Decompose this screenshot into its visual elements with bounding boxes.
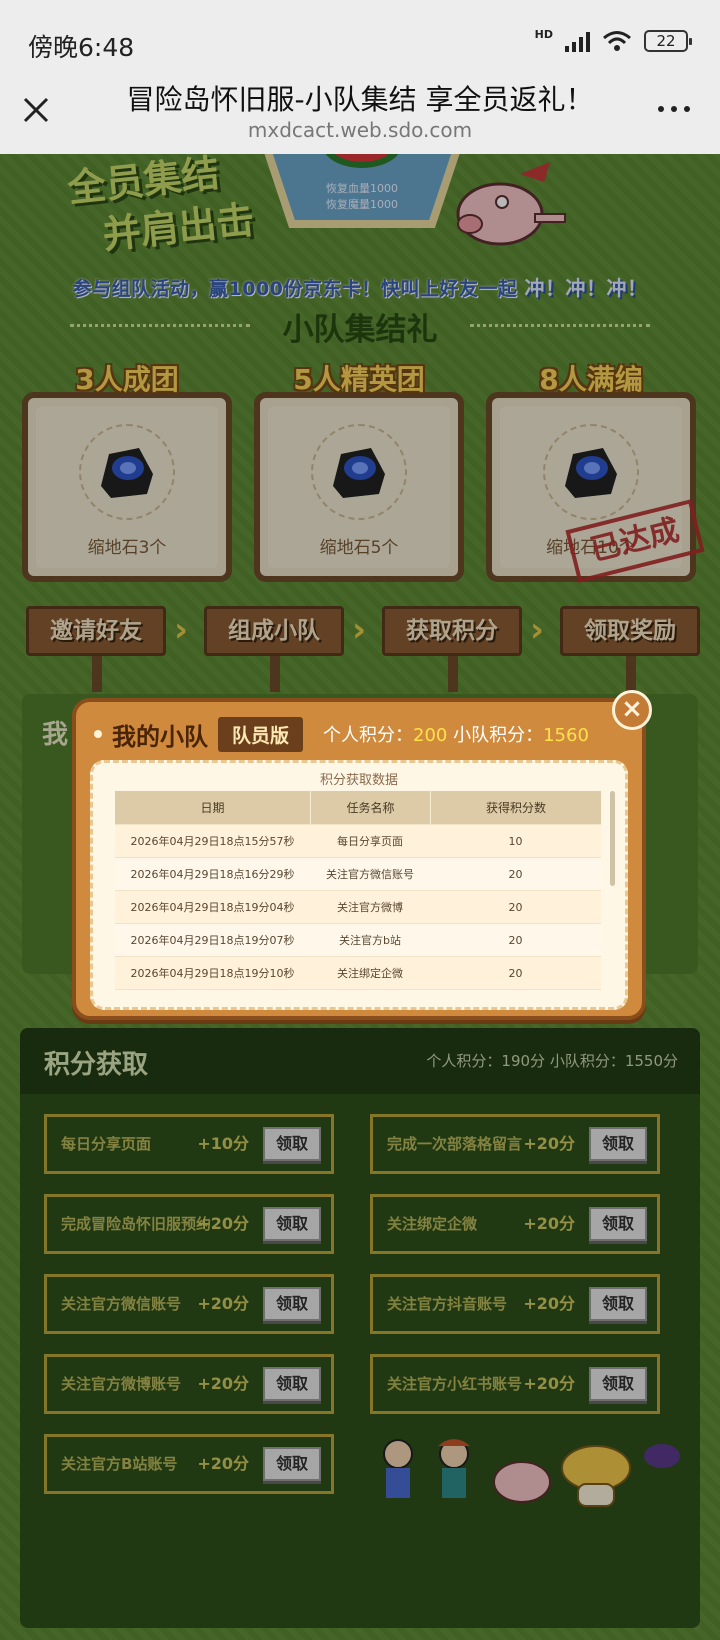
wifi-icon	[603, 31, 631, 51]
cell-task: 关注官方b站	[339, 934, 401, 947]
team-points-value: 1560	[543, 725, 589, 746]
points-records-table: 日期 任务名称 获得积分数 2026年04月29日18点15分57秒 每日分享页…	[115, 791, 601, 990]
cell-task: 关注官方微博	[337, 901, 403, 914]
points-records-panel: 积分获取数据 日期 任务名称 获得积分数 2026年04月29日18点15分57…	[90, 760, 628, 1010]
col-task: 任务名称	[310, 791, 430, 824]
more-options-icon[interactable]	[658, 106, 690, 112]
cell-points: 20	[508, 966, 523, 980]
table-header: 日期 任务名称 获得积分数	[115, 791, 601, 825]
personal-points-value: 200	[413, 725, 448, 746]
status-time: 傍晚6:48	[28, 33, 135, 62]
cell-date: 2026年04月29日18点19分07秒	[130, 934, 295, 947]
page-url: mxdcact.web.sdo.com	[247, 118, 473, 142]
member-badge: 队员版	[218, 716, 304, 752]
cell-task: 关注官方微信账号	[326, 868, 414, 881]
close-icon[interactable]: ×	[612, 690, 652, 730]
cell-date: 2026年04月29日18点19分04秒	[130, 901, 295, 914]
team-points-label: 小队积分：	[453, 725, 544, 746]
modal-points: 个人积分：200 小队积分：1560	[323, 721, 589, 747]
table-row: 2026年04月29日18点19分04秒 关注官方微博 20	[115, 891, 601, 924]
personal-points-label: 个人积分：	[323, 725, 414, 746]
cell-points: 20	[508, 867, 523, 881]
browser-titlebar: 冒险岛怀旧服-小队集结 享全员返礼！ mxdcact.web.sdo.com	[0, 66, 720, 154]
cell-date: 2026年04月29日18点16分29秒	[130, 868, 295, 881]
cell-points: 20	[508, 933, 523, 947]
cell-points: 10	[508, 834, 523, 848]
panel-caption: 积分获取数据	[319, 773, 398, 788]
col-date: 日期	[200, 801, 225, 815]
page-title: 冒险岛怀旧服-小队集结 享全员返礼！	[126, 83, 594, 116]
cell-task: 关注绑定企微	[337, 967, 403, 980]
cell-date: 2026年04月29日18点19分10秒	[130, 967, 295, 980]
my-team-modal: 我的小队 队员版 个人积分：200 小队积分：1560 × 积分获取数据 日期 …	[72, 690, 652, 1020]
signal-icon	[565, 30, 590, 52]
page-content: 全员集结 并肩出击 恢复血量1000 恢复魔量1000 参与组队活动，赢1000…	[0, 154, 720, 1640]
table-row: 2026年04月29日18点16分29秒 关注官方微信账号 20	[115, 858, 601, 891]
status-icons: HD 22	[534, 28, 692, 52]
cell-points: 20	[508, 900, 523, 914]
table-scrollbar[interactable]	[610, 791, 615, 886]
table-row: 2026年04月29日18点19分07秒 关注官方b站 20	[115, 924, 601, 957]
modal-title: 我的小队	[112, 722, 208, 751]
cell-task: 每日分享页面	[337, 835, 403, 848]
table-row: 2026年04月29日18点19分10秒 关注绑定企微 20	[115, 957, 601, 990]
battery-icon: 22	[644, 30, 692, 52]
cell-date: 2026年04月29日18点15分57秒	[130, 835, 295, 848]
table-row: 2026年04月29日18点15分57秒 每日分享页面 10	[115, 825, 601, 858]
col-points: 获得积分数	[430, 791, 601, 824]
modal-header: 我的小队 队员版 个人积分：200 小队积分：1560	[94, 714, 589, 754]
network-type: HD	[534, 28, 553, 41]
bullet-dot	[94, 730, 102, 738]
